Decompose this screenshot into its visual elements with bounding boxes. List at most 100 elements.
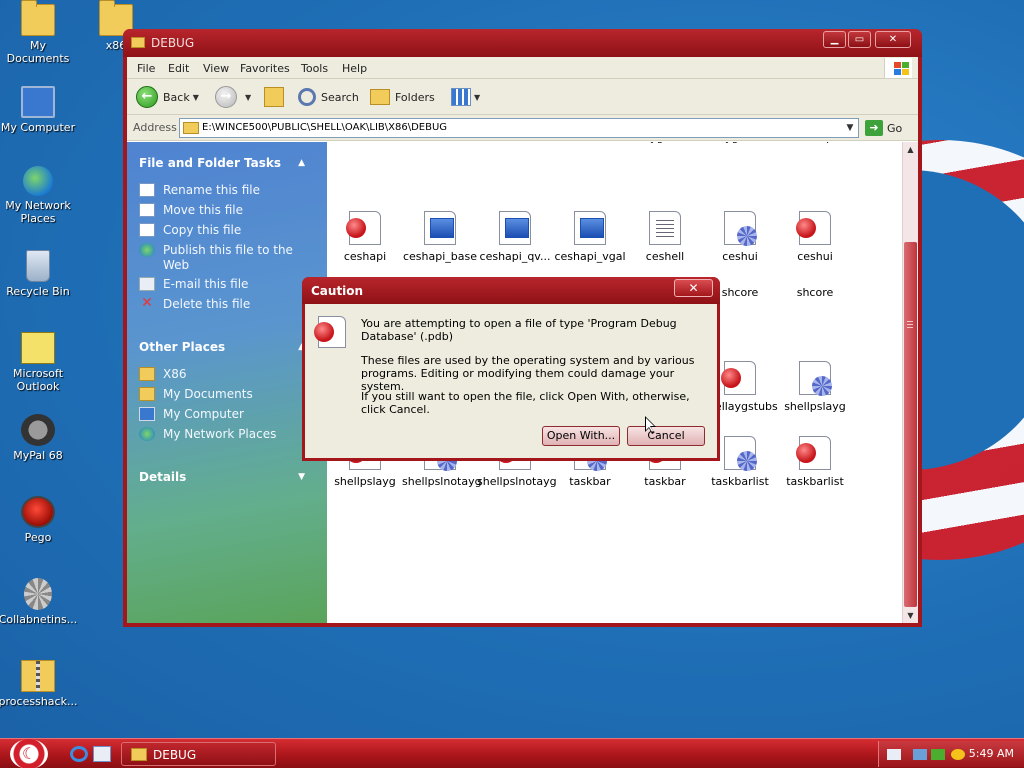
forward-button[interactable]: → ▼ xyxy=(215,85,251,109)
file-item[interactable]: ceshapi_base xyxy=(402,211,478,263)
file-item[interactable]: aygutils xyxy=(627,142,703,144)
my-computer-icon xyxy=(21,86,55,118)
file-name: shellpslnotayg xyxy=(402,475,482,488)
cancel-button[interactable]: Cancel xyxy=(627,426,705,446)
pdb-file-icon xyxy=(346,211,381,245)
rename-icon xyxy=(139,183,155,197)
task-delete[interactable]: ✕ Delete this file xyxy=(139,296,250,311)
file-item[interactable]: aygutils xyxy=(702,142,778,144)
file-item[interactable]: ceshapi_qv... xyxy=(477,211,553,263)
close-button[interactable]: ✕ xyxy=(875,31,911,48)
task-email[interactable]: E-mail this file xyxy=(139,277,248,291)
desktop-icon-mypal[interactable]: MyPal 68 xyxy=(0,414,78,462)
desktop-icon-my-documents[interactable]: My Documents xyxy=(0,0,78,65)
place-x86[interactable]: X86 xyxy=(139,367,187,381)
desktop-icon-collabnet[interactable]: Collabnetins... xyxy=(0,578,78,626)
go-button[interactable]: ➜ Go xyxy=(865,119,902,137)
file-item[interactable]: 0412 xyxy=(327,142,403,144)
my-documents-icon xyxy=(139,387,155,401)
collapse-icon[interactable]: ▲ xyxy=(298,158,305,168)
keyboard-icon[interactable] xyxy=(887,749,901,760)
place-my-documents[interactable]: My Documents xyxy=(139,387,253,401)
lib-file-icon xyxy=(499,211,531,245)
chevron-down-icon[interactable]: ▼ xyxy=(842,119,858,137)
search-icon[interactable] xyxy=(951,749,965,760)
file-item[interactable]: ceshapi xyxy=(327,211,403,263)
file-tasks-header[interactable]: File and Folder Tasks xyxy=(139,156,281,170)
other-places-header[interactable]: Other Places xyxy=(139,340,225,354)
task-pane: File and Folder Tasks ▲ Rename this file… xyxy=(127,142,327,623)
minimize-button[interactable]: ▁ xyxy=(823,31,846,48)
menu-edit[interactable]: Edit xyxy=(168,62,189,75)
network-icon[interactable] xyxy=(913,749,927,760)
desktop: My Documents x86 My Computer My Network … xyxy=(0,0,1024,738)
safely-remove-icon[interactable] xyxy=(931,749,945,760)
file-name: ceshapi xyxy=(794,142,836,144)
file-item[interactable]: 0804 xyxy=(552,142,628,144)
back-button[interactable]: ← Back ▼ xyxy=(136,85,199,109)
menu-tools[interactable]: Tools xyxy=(301,62,328,75)
menu-help[interactable]: Help xyxy=(342,62,367,75)
desktop-icon-network-places[interactable]: My Network Places xyxy=(0,166,78,225)
system-tray: 5:49 AM xyxy=(878,741,1024,767)
dialog-close-button[interactable]: ✕ xyxy=(674,279,713,297)
task-publish[interactable]: Publish this file to the Web xyxy=(139,243,309,273)
file-item[interactable]: taskbarlist xyxy=(777,436,853,488)
scroll-thumb[interactable] xyxy=(904,242,917,607)
file-item[interactable]: 0413 xyxy=(402,142,478,144)
vertical-scrollbar[interactable]: ▲ ▼ xyxy=(902,142,918,623)
pdb-file-icon xyxy=(314,316,346,348)
file-name: ceshapi_base xyxy=(402,250,478,263)
open-with-button[interactable]: Open With... xyxy=(542,426,620,446)
taskbar-button-debug[interactable]: DEBUG xyxy=(121,742,276,766)
zip-folder-icon xyxy=(21,660,55,692)
task-move[interactable]: Move this file xyxy=(139,203,243,217)
start-button[interactable] xyxy=(10,739,48,768)
file-item[interactable]: ceshui xyxy=(702,211,778,263)
file-item[interactable]: ceshell xyxy=(627,211,703,263)
expand-icon[interactable]: ▼ xyxy=(298,472,305,482)
file-item[interactable]: ceshapi_vgal xyxy=(552,211,628,263)
file-item[interactable]: ceshapi xyxy=(777,142,853,144)
desktop-icon-pego[interactable]: Pego xyxy=(0,496,78,544)
views-button[interactable]: ▼ xyxy=(451,85,480,109)
internet-explorer-icon[interactable] xyxy=(70,746,88,762)
search-icon xyxy=(298,88,316,106)
desktop-shortcut-icon[interactable] xyxy=(93,746,111,762)
place-my-computer[interactable]: My Computer xyxy=(139,407,244,421)
place-network[interactable]: My Network Places xyxy=(139,427,276,441)
desktop-icon-outlook[interactable]: Microsoft Outlook xyxy=(0,332,78,393)
file-item[interactable]: ceshui xyxy=(777,211,853,263)
file-item[interactable]: 0416 xyxy=(477,142,553,144)
file-item[interactable]: shellpslayg xyxy=(777,361,853,413)
up-button[interactable] xyxy=(264,85,289,109)
menu-favorites[interactable]: Favorites xyxy=(240,62,290,75)
file-name: aygutils xyxy=(718,142,761,144)
folders-button[interactable]: Folders xyxy=(370,85,435,109)
network-places-icon xyxy=(23,166,53,196)
file-name: ceshui xyxy=(722,250,758,263)
details-header[interactable]: Details xyxy=(139,470,186,484)
window-titlebar[interactable]: DEBUG ▁ ▭ ✕ xyxy=(123,29,922,57)
file-item[interactable]: shcore xyxy=(777,286,853,299)
file-name: taskbar xyxy=(569,475,611,488)
folder-icon xyxy=(131,37,145,48)
maximize-button[interactable]: ▭ xyxy=(848,31,871,48)
dialog-titlebar[interactable]: Caution ✕ xyxy=(302,277,720,304)
desktop-icon-processhacker[interactable]: processhack... xyxy=(0,660,78,708)
lib-file-icon xyxy=(424,211,456,245)
scroll-down-icon[interactable]: ▼ xyxy=(903,608,918,623)
clock[interactable]: 5:49 AM xyxy=(969,747,1014,760)
scroll-up-icon[interactable]: ▲ xyxy=(903,142,918,157)
task-rename[interactable]: Rename this file xyxy=(139,183,260,197)
chevron-down-icon: ▼ xyxy=(192,92,199,102)
desktop-icon-my-computer[interactable]: My Computer xyxy=(0,86,78,134)
folder-icon xyxy=(183,122,199,134)
dll-file-icon xyxy=(799,361,832,396)
search-button[interactable]: Search xyxy=(298,85,359,109)
desktop-icon-recycle-bin[interactable]: Recycle Bin xyxy=(0,250,78,298)
menu-view[interactable]: View xyxy=(203,62,229,75)
task-copy[interactable]: Copy this file xyxy=(139,223,241,237)
menu-file[interactable]: File xyxy=(137,62,155,75)
address-input[interactable]: E:\WINCE500\PUBLIC\SHELL\OAK\LIB\X86\DEB… xyxy=(179,118,859,138)
